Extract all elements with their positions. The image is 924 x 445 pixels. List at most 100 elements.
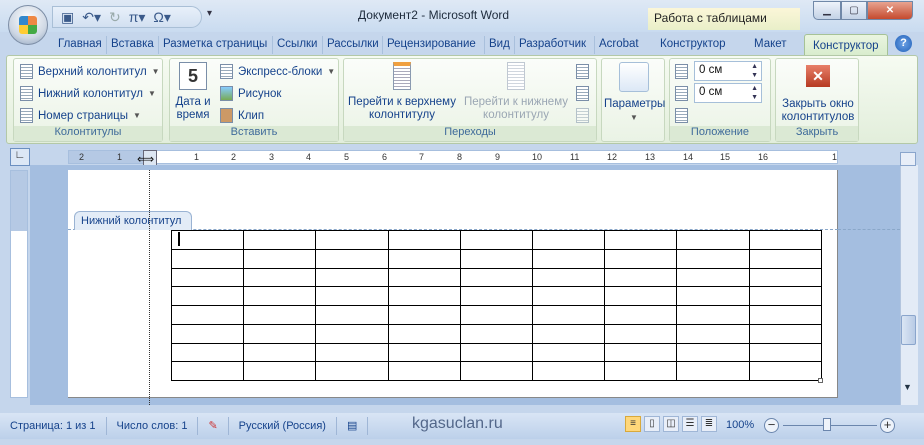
table-cell[interactable] [459,342,533,363]
table-cell[interactable] [604,361,678,381]
table-cell[interactable] [170,305,245,325]
word-count[interactable]: Число слов: 1 [107,417,199,435]
table-cell[interactable] [387,267,461,288]
table-cell[interactable] [387,230,461,250]
table-cell[interactable] [748,305,822,325]
table-cell[interactable] [459,267,533,288]
table-cell[interactable] [748,342,822,363]
zoom-level[interactable]: 100% [726,419,754,431]
table-cell[interactable] [243,230,317,250]
proofing-icon[interactable]: ✎ [198,417,229,435]
table-cell[interactable] [459,286,533,306]
table-cell[interactable] [531,361,606,381]
scroll-down-arrow-icon[interactable]: ▼ [903,382,912,392]
table-cell[interactable] [387,305,461,325]
document-table[interactable] [170,230,822,381]
table-cell[interactable] [387,342,461,363]
horizontal-ruler[interactable]: 211234567891011121314151618 [68,150,838,164]
next-section-icon[interactable] [576,86,589,101]
view-ruler-button[interactable] [900,152,916,166]
language[interactable]: Русский (Россия) [229,417,337,435]
table-cell[interactable] [170,342,245,363]
close-button[interactable]: ✕ [867,1,913,20]
table-cell[interactable] [604,248,678,269]
spinner-arrows-icon[interactable]: ▲ ▼ [751,84,758,102]
table-cell[interactable] [315,248,389,269]
header-from-top-field[interactable]: 0 см ▲ ▼ [694,61,762,81]
table-cell[interactable] [748,286,822,306]
table-cell[interactable] [170,361,245,381]
page-number-button[interactable]: Номер страницы ▼ [20,108,141,123]
table-cell[interactable] [459,248,533,269]
pi-equation-icon[interactable]: π▾ [129,9,146,26]
table-cell[interactable] [243,323,317,344]
table-cell[interactable] [604,230,678,250]
link-to-previous-icon[interactable] [576,108,589,123]
quick-parts-button[interactable]: Экспресс-блоки ▼ [220,64,335,79]
table-cell[interactable] [676,305,750,325]
picture-button[interactable]: Рисунок [220,86,281,101]
table-cell[interactable] [170,323,245,344]
undo-icon[interactable]: ↶▾ [82,9,101,26]
table-cell[interactable] [387,248,461,269]
table-cell[interactable] [748,248,822,269]
table-cell[interactable] [387,286,461,306]
table-cell[interactable] [170,230,245,250]
table-cell[interactable] [243,361,317,381]
tab-table-layout[interactable]: Макет [754,36,787,52]
redo-icon[interactable]: ↻ [109,9,121,26]
table-cell[interactable] [315,342,389,363]
table-cell[interactable] [315,361,389,381]
table-cell[interactable] [604,267,678,288]
tab-developer[interactable]: Разработчик [519,36,586,52]
table-cell[interactable] [170,267,245,288]
goto-footer-button[interactable]: Перейти к нижнему колонтитулу [460,62,572,122]
outline-icon[interactable]: ☰ [682,416,698,432]
table-cell[interactable] [459,305,533,325]
zoom-out-button[interactable]: − [764,418,779,433]
vertical-scrollbar[interactable] [900,165,918,405]
table-cell[interactable] [676,286,750,306]
table-cell[interactable] [676,361,750,381]
table-cell[interactable] [604,305,678,325]
tab-review[interactable]: Рецензирование [387,36,476,52]
table-cell[interactable] [243,305,317,325]
table-cell[interactable] [748,323,822,344]
table-cell[interactable] [459,361,533,381]
table-cell[interactable] [531,305,606,325]
table-cell[interactable] [676,323,750,344]
table-cell[interactable] [243,267,317,288]
draft-icon[interactable]: ≣ [701,416,717,432]
macro-record-icon[interactable]: ▤ [337,417,369,435]
table-cell[interactable] [243,342,317,363]
tab-page-layout[interactable]: Разметка страницы [163,36,267,52]
tab-view[interactable]: Вид [489,36,510,52]
minimize-button[interactable]: ▁ [813,1,841,20]
table-cell[interactable] [676,230,750,250]
table-cell[interactable] [315,323,389,344]
full-screen-reading-icon[interactable]: ▯ [644,416,660,432]
tab-header-footer-design[interactable]: Конструктор [804,34,888,56]
clip-button[interactable]: Клип [220,108,264,123]
web-layout-icon[interactable]: ◫ [663,416,679,432]
page-count[interactable]: Страница: 1 из 1 [0,417,107,435]
table-cell[interactable] [387,361,461,381]
customize-qat-icon[interactable]: ▾ [207,8,212,19]
table-cell[interactable] [748,361,822,381]
table-cell[interactable] [170,286,245,306]
insert-alignment-tab-icon[interactable] [675,108,688,123]
table-cell[interactable] [531,230,606,250]
vertical-ruler[interactable] [10,170,28,398]
header-button[interactable]: Верхний колонтитул ▼ [20,64,160,79]
table-cell[interactable] [170,248,245,269]
date-time-button[interactable]: 5 Дата и время [172,62,214,122]
table-cell[interactable] [604,286,678,306]
table-cell[interactable] [243,248,317,269]
tab-table-design[interactable]: Конструктор [660,36,726,52]
tab-selector-button[interactable]: ∟ [10,148,30,166]
tab-acrobat[interactable]: Acrobat [599,36,639,52]
table-cell[interactable] [315,305,389,325]
table-cell[interactable] [748,267,822,288]
table-cell[interactable] [315,230,389,250]
table-cell[interactable] [676,267,750,288]
